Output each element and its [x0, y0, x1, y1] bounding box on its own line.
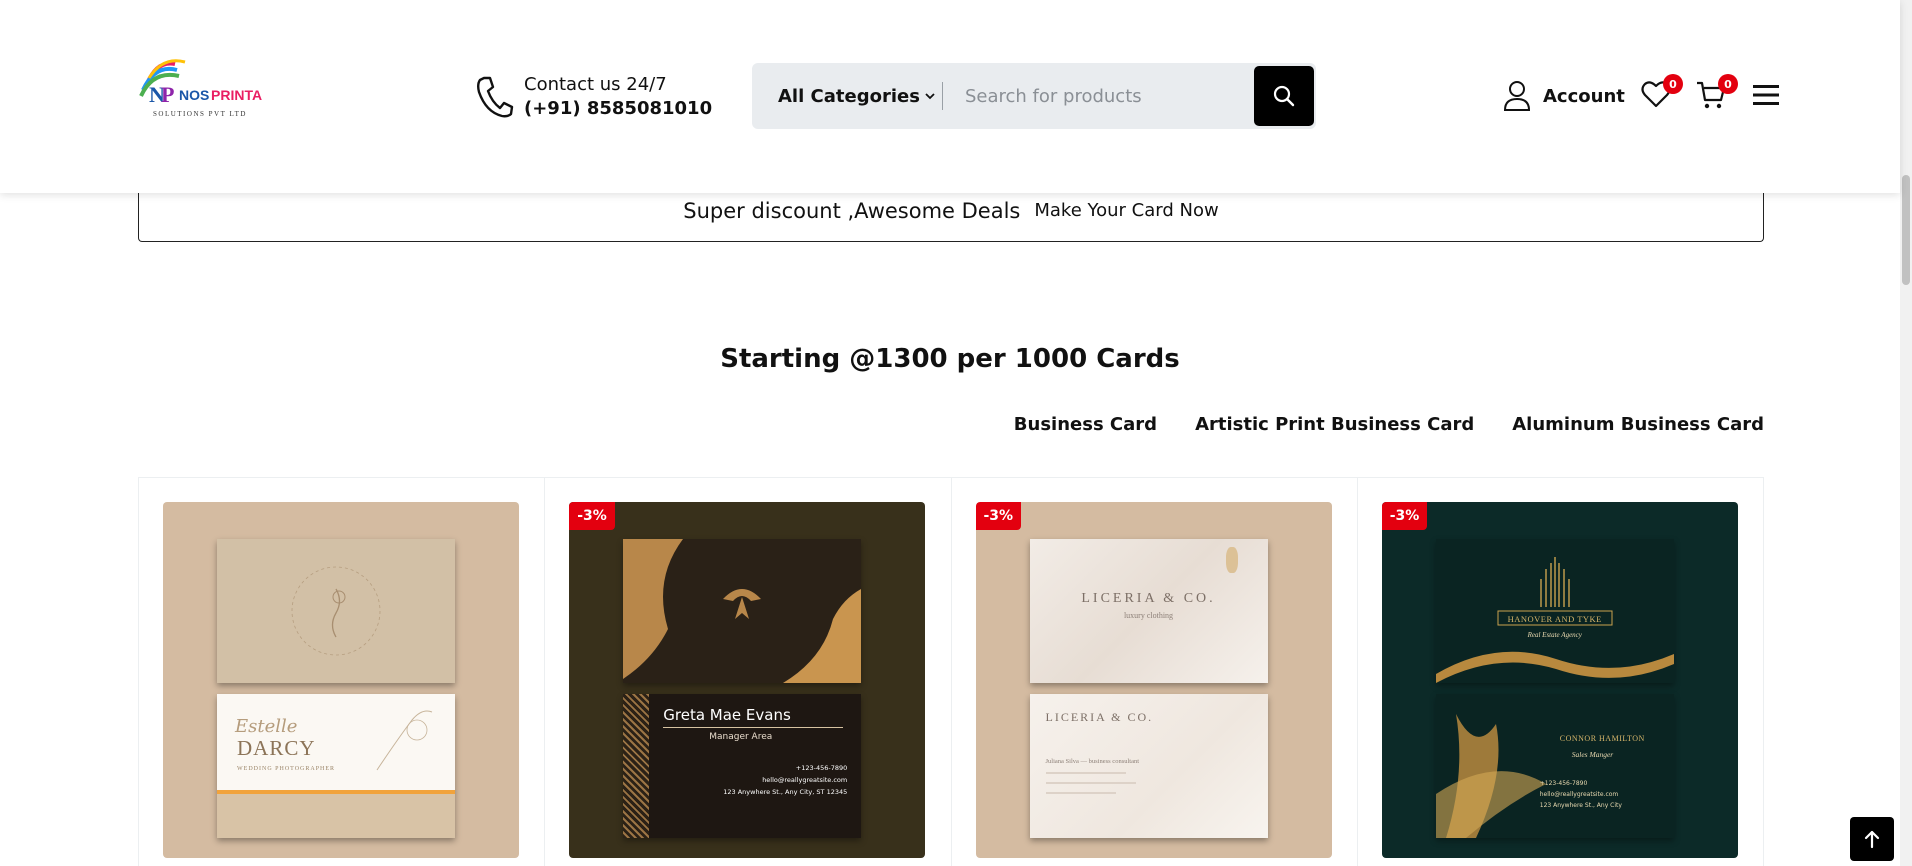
product-card[interactable]: -3% Greta Mae Evans Manager Area +123-45…	[545, 478, 952, 866]
search-bar: All Categories	[752, 63, 1316, 129]
contact-phone[interactable]: (+91) 8585081010	[524, 98, 712, 119]
svg-text:NOS: NOS	[179, 87, 209, 103]
wishlist-count-badge: 0	[1663, 74, 1683, 94]
card-tagline: luxury clothing	[1123, 611, 1174, 620]
card-email: hello@reallygreatsite.com	[1539, 791, 1619, 798]
product-grid: Estelle DARCY WEDDING PHOTOGRAPHER -3% G…	[138, 477, 1764, 866]
user-icon	[1503, 81, 1531, 111]
card-company-tag: Real Estate Agency	[1527, 631, 1582, 639]
card-front-image	[623, 539, 862, 683]
card-front-image: HANOVER AND TYKE Real Estate Agency	[1435, 539, 1674, 683]
card-person-role: Sales Manger	[1571, 750, 1614, 759]
card-last-name: DARCY	[237, 736, 316, 760]
back-to-top-button[interactable]	[1850, 817, 1894, 861]
product-card[interactable]: Estelle DARCY WEDDING PHOTOGRAPHER	[139, 478, 546, 866]
discount-badge: -3%	[1381, 502, 1428, 530]
wishlist-button[interactable]: 0	[1641, 74, 1683, 114]
card-front-image: LICERIA & CO. luxury clothing	[1029, 539, 1268, 683]
card-back-image: Estelle DARCY WEDDING PHOTOGRAPHER	[217, 694, 455, 838]
search-button[interactable]	[1254, 66, 1314, 126]
promo-cta-link[interactable]: Make Your Card Now	[1034, 200, 1218, 221]
tab-business-card[interactable]: Business Card	[1014, 414, 1157, 435]
card-first-name: Estelle	[235, 716, 298, 737]
card-name: Greta Mae Evans	[663, 706, 791, 724]
site-header: N P NOS PRINTA SOLUTIONS PVT LTD Contact…	[0, 0, 1900, 193]
search-icon	[1273, 85, 1295, 107]
brand-logo[interactable]: N P NOS PRINTA SOLUTIONS PVT LTD	[139, 56, 269, 126]
category-dropdown[interactable]: All Categories	[752, 86, 942, 107]
product-card[interactable]: -3% HANOVER AND TYKE Real Estate Agency	[1358, 478, 1763, 866]
menu-icon[interactable]	[1753, 84, 1779, 106]
card-brand: LICERIA & CO.	[1081, 591, 1216, 606]
product-image[interactable]: -3% LICERIA & CO. luxury clothing LICERI…	[975, 502, 1332, 858]
svg-text:P: P	[161, 82, 174, 107]
category-tabs: Business Card Artistic Print Business Ca…	[1014, 414, 1764, 435]
discount-badge: -3%	[975, 502, 1022, 530]
card-person: Juliana Silva — business consultant	[1045, 758, 1140, 765]
product-image[interactable]: Estelle DARCY WEDDING PHOTOGRAPHER	[163, 502, 519, 858]
card-front-image	[217, 539, 455, 683]
section-heading: Starting @1300 per 1000 Cards	[720, 344, 1180, 374]
svg-text:PRINTA: PRINTA	[211, 87, 262, 103]
svg-text:SOLUTIONS PVT LTD: SOLUTIONS PVT LTD	[153, 110, 247, 118]
card-phone: +123-456-7890	[1539, 780, 1588, 787]
tab-artistic-print-business-card[interactable]: Artistic Print Business Card	[1195, 414, 1474, 435]
arrow-up-icon	[1864, 830, 1880, 849]
cart-count-badge: 0	[1718, 74, 1738, 94]
card-company: HANOVER AND TYKE	[1507, 614, 1602, 624]
card-title: WEDDING PHOTOGRAPHER	[237, 766, 336, 772]
product-image[interactable]: -3% Greta Mae Evans Manager Area +123-45…	[569, 502, 926, 858]
card-role: Manager Area	[709, 732, 773, 742]
promo-text: Super discount ,Awesome Deals	[683, 198, 1021, 223]
cart-button[interactable]: 0	[1696, 74, 1738, 114]
chevron-down-icon	[925, 93, 935, 100]
card-back-image: CONNOR HAMILTON Sales Manger +123-456-78…	[1435, 694, 1674, 838]
card-person-name: CONNOR HAMILTON	[1559, 734, 1645, 743]
card-address: 123 Anywhere St., Any City	[1539, 802, 1622, 809]
category-label: All Categories	[778, 85, 920, 107]
search-input[interactable]	[943, 76, 1233, 116]
card-email: hello@reallygreatsite.com	[762, 776, 848, 784]
page-scrollbar[interactable]	[1900, 0, 1912, 866]
contact-block: Contact us 24/7 (+91) 8585081010	[474, 72, 712, 120]
card-brand-back: LICERIA & CO.	[1045, 710, 1154, 724]
account-link[interactable]: Account	[1503, 80, 1625, 112]
account-label: Account	[1543, 85, 1625, 107]
card-phone: +123-456-7890	[795, 764, 848, 772]
product-image[interactable]: -3% HANOVER AND TYKE Real Estate Agency	[1381, 502, 1738, 858]
phone-icon	[477, 76, 514, 118]
card-back-image: Greta Mae Evans Manager Area +123-456-78…	[623, 694, 862, 838]
discount-badge: -3%	[569, 502, 615, 530]
card-back-image: LICERIA & CO. Juliana Silva — business c…	[1029, 694, 1268, 838]
card-address: 123 Anywhere St., Any City, ST 12345	[723, 788, 848, 796]
product-card[interactable]: -3% LICERIA & CO. luxury clothing LICERI…	[952, 478, 1358, 866]
contact-label: Contact us 24/7	[524, 73, 667, 95]
tab-aluminum-business-card[interactable]: Aluminum Business Card	[1512, 414, 1764, 435]
scrollbar-thumb[interactable]	[1902, 175, 1910, 285]
